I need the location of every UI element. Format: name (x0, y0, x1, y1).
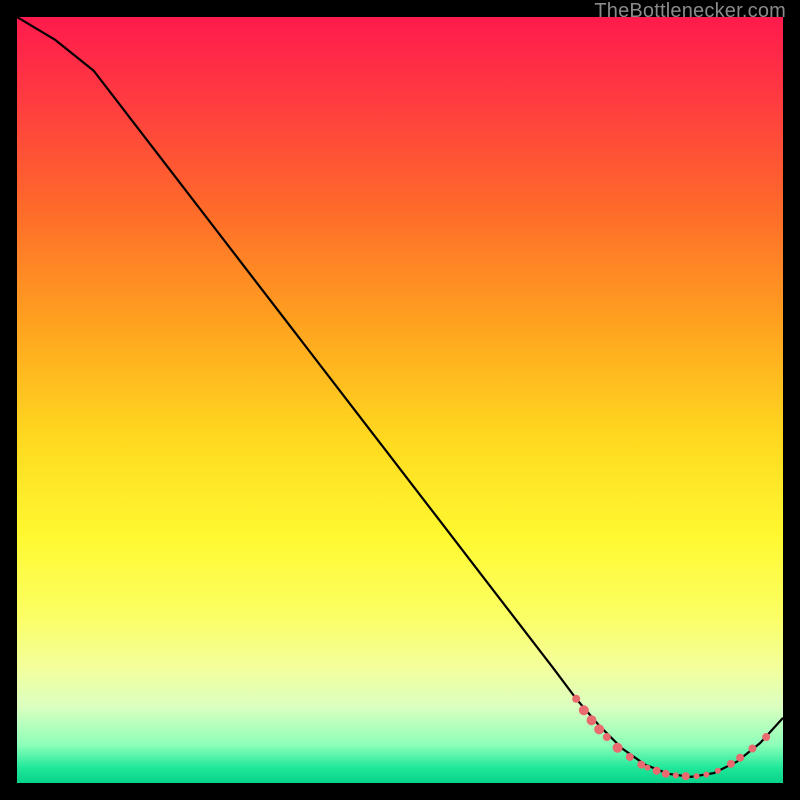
marker-dot (644, 765, 650, 771)
marker-dot (653, 767, 661, 775)
marker-dot (587, 715, 597, 725)
marker-dot (572, 695, 580, 703)
marker-dot (603, 733, 611, 741)
bottleneck-curve (17, 17, 783, 777)
chart-frame: TheBottlenecker.com (0, 0, 800, 800)
marker-dot (762, 733, 770, 741)
marker-dot (673, 772, 679, 778)
marker-dot (715, 768, 721, 774)
marker-dot (579, 705, 589, 715)
curve-layer (17, 17, 783, 783)
highlight-dots (572, 695, 770, 780)
marker-dot (703, 772, 709, 778)
chart-plot-area (17, 17, 783, 783)
marker-dot (693, 773, 699, 779)
marker-dot (682, 772, 690, 780)
marker-dot (613, 743, 623, 753)
marker-dot (637, 761, 645, 769)
marker-dot (748, 745, 756, 753)
marker-dot (626, 753, 634, 761)
marker-dot (662, 770, 670, 778)
attribution-label: TheBottlenecker.com (594, 0, 786, 23)
marker-dot (594, 724, 604, 734)
marker-dot (727, 760, 735, 768)
marker-dot (736, 754, 744, 762)
